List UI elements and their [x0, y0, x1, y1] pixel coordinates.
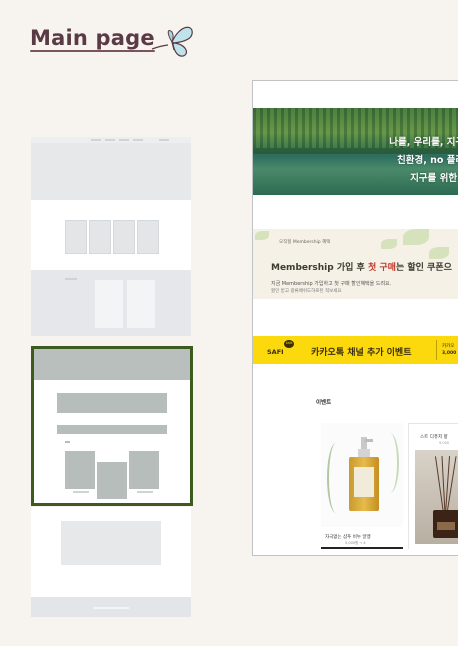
- pump-bottle-icon: [349, 437, 379, 513]
- thumb-caption: [137, 491, 153, 493]
- thumb-box: [127, 280, 155, 328]
- thumb-section-cards[interactable]: [31, 200, 191, 270]
- page-title: Main page: [30, 26, 155, 50]
- thumb-section-selected[interactable]: [31, 346, 193, 506]
- page-header: Main page: [30, 22, 200, 66]
- kakao-right-value: 3,000: [442, 351, 457, 356]
- membership-kicker: 오직힐 Membership 혜택: [279, 240, 331, 245]
- diffuser-label: [437, 522, 455, 530]
- kakao-event-title: 카카오톡 채널 추가 이벤트: [311, 348, 412, 358]
- product-image: [321, 423, 403, 527]
- membership-desc-1: 지금 Membership 가입하고 첫 구매 할인혜택을 드려요.: [271, 281, 392, 287]
- thumb-section-membership[interactable]: [31, 270, 191, 336]
- thumb-content-box: [61, 521, 161, 565]
- thumb-title-bar: [57, 393, 167, 413]
- thumb-card: [137, 220, 159, 254]
- kakao-talk-icon: talk: [284, 340, 294, 348]
- thumb-product: [97, 462, 127, 499]
- thumb-section-hero[interactable]: [31, 137, 191, 200]
- vine-decoration: [327, 443, 345, 513]
- hero-banner: 나를, 우리를, 지구를 친환경, no 플라스 지구를 위한 5: [253, 108, 458, 195]
- product-card-diffuser[interactable]: 스트 디퓨저 향 9,000: [408, 423, 458, 549]
- membership-desc-2: 할인 받고 광류페쉬도하로된 적보세요: [271, 289, 342, 294]
- title-underline: [30, 50, 155, 52]
- product-name: 스트 디퓨저 향: [420, 435, 448, 440]
- page-thumbnail-strip: [31, 137, 193, 617]
- kakao-event-banner[interactable]: talk SAFI 카카오톡 채널 추가 이벤트 카카오 3,000: [253, 336, 458, 364]
- thumb-footer-line: [93, 607, 129, 609]
- product-price: 5,000원 → 4: [345, 541, 366, 545]
- membership-banner[interactable]: 오직힐 Membership 혜택 Membership 가입 후 첫 구매는 …: [253, 229, 458, 299]
- thumb-box: [95, 280, 123, 328]
- thumb-text-line: [65, 278, 77, 280]
- hero-line-2: 친환경, no 플라스: [397, 155, 458, 166]
- product-name: 자극없는 샴푸 비누 알맹: [325, 535, 371, 540]
- thumb-card: [113, 220, 135, 254]
- brand-logo: SAFI: [267, 348, 284, 356]
- vine-decoration: [381, 433, 399, 493]
- hero-line-1: 나를, 우리를, 지구를: [389, 137, 458, 148]
- diffuser-image: [415, 450, 458, 544]
- leaf-icon: [255, 231, 269, 240]
- leaf-icon: [403, 229, 429, 245]
- thumb-label: [65, 441, 70, 443]
- thumb-banner: [34, 349, 190, 380]
- thumb-nav-bar: [31, 137, 191, 143]
- membership-headline: Membership 가입 후 첫 구매는 할인 쿠폰으: [271, 263, 452, 273]
- leaf-icon: [381, 239, 397, 249]
- page-preview: 나를, 우리를, 지구를 친환경, no 플라스 지구를 위한 5 오직힐 Me…: [252, 80, 458, 556]
- thumb-section-footer[interactable]: [31, 597, 191, 617]
- thumb-card: [65, 220, 87, 254]
- thumb-section-content[interactable]: [31, 507, 191, 597]
- thumb-product: [129, 451, 159, 489]
- kakao-right-label: 카카오: [442, 344, 455, 349]
- product-card-shampoo[interactable]: 자극없는 샴푸 비누 알맹 5,000원 → 4: [321, 423, 403, 549]
- thumb-caption: [73, 491, 89, 493]
- membership-highlight: 첫 구매: [367, 263, 396, 273]
- thumb-card: [89, 220, 111, 254]
- event-section-label: 이벤트: [316, 400, 332, 406]
- kakao-divider: [436, 340, 437, 360]
- product-underline: [321, 547, 403, 549]
- hero-line-3: 지구를 위한 5: [410, 173, 458, 184]
- leaf-icon: [429, 247, 449, 259]
- butterfly-icon: [151, 26, 193, 57]
- product-price: 9,000: [439, 441, 450, 445]
- thumb-product: [65, 451, 95, 489]
- thumb-subtitle-bar: [57, 425, 167, 434]
